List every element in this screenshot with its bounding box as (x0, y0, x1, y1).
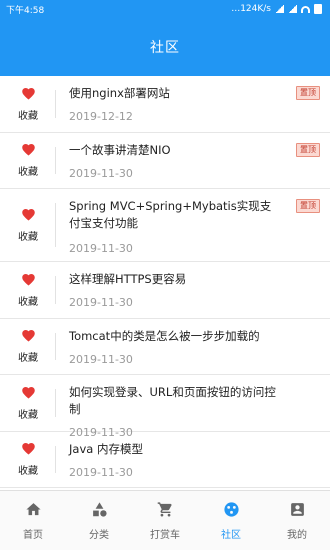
article-content[interactable]: Spring MVC+Spring+Mybatis实现支付宝支付功能 2019-1… (56, 189, 330, 261)
article-date: 2019-11-30 (69, 352, 133, 366)
article-date: 2019-11-30 (69, 465, 133, 479)
profile-icon (289, 501, 306, 526)
article-title[interactable]: Java 内存模型 (69, 441, 320, 458)
bottom-tab-bar: 首页 分类 打赏车 社区 我的 (0, 490, 330, 550)
status-bar: 下午4:58 …124K/s (0, 0, 330, 18)
tab-label: 首页 (23, 529, 43, 541)
list-item[interactable]: 收藏 使用nginx部署网站 2019-12-12 置顶 (0, 76, 330, 133)
article-content[interactable]: 使用nginx部署网站 2019-12-12 置顶 (56, 76, 330, 132)
home-icon (25, 501, 42, 526)
list-item[interactable]: 收藏 如何实现登录、URL和页面按钮的访问控制 2019-11-30 (0, 375, 330, 439)
favorite-label: 收藏 (18, 466, 38, 478)
heart-icon (21, 86, 36, 107)
tab-community[interactable]: 社区 (199, 501, 263, 541)
article-title[interactable]: 如何实现登录、URL和页面按钮的访问控制 (69, 384, 320, 418)
favorite-button[interactable]: 收藏 (0, 262, 56, 318)
article-content[interactable]: 如何实现登录、URL和页面按钮的访问控制 2019-11-30 (56, 375, 330, 439)
article-list[interactable]: 收藏 使用nginx部署网站 2019-12-12 置顶 收藏 一个故事讲清楚NIO 201… (0, 76, 330, 490)
signal-icon-2 (288, 5, 297, 13)
article-title[interactable]: Spring MVC+Spring+Mybatis实现支付宝支付功能 (69, 198, 320, 232)
battery-icon (314, 4, 322, 14)
article-title[interactable]: 这样理解HTTPS更容易 (69, 271, 320, 288)
heart-icon (21, 272, 36, 293)
article-title[interactable]: 使用nginx部署网站 (69, 85, 320, 102)
list-item[interactable]: 收藏 Tomcat中的类是怎么被一步步加载的 2019-11-30 (0, 318, 330, 375)
article-date: 2019-11-30 (69, 296, 133, 309)
heart-icon (21, 142, 36, 163)
tab-label: 社区 (221, 529, 241, 541)
favorite-label: 收藏 (18, 353, 38, 365)
favorite-button[interactable]: 收藏 (0, 432, 56, 488)
pinned-badge: 置顶 (296, 199, 320, 213)
list-item[interactable]: 收藏 一个故事讲清楚NIO 2019-11-30 置顶 (0, 132, 330, 189)
tab-category[interactable]: 分类 (67, 501, 131, 541)
heart-icon (21, 385, 36, 406)
tab-label: 我的 (287, 529, 307, 541)
list-item[interactable]: 收藏 Java 内存模型 2019-11-30 (0, 431, 330, 488)
article-date: 2019-12-12 (69, 110, 133, 123)
pinned-badge: 置顶 (296, 142, 320, 157)
favorite-label: 收藏 (18, 409, 38, 421)
article-title[interactable]: Tomcat中的类是怎么被一步步加载的 (69, 328, 320, 345)
tab-home[interactable]: 首页 (1, 501, 65, 541)
category-icon (91, 501, 108, 526)
favorite-label: 收藏 (18, 232, 38, 243)
favorite-label: 收藏 (18, 110, 38, 122)
heart-icon (21, 328, 36, 349)
favorite-button[interactable]: 收藏 (0, 319, 56, 375)
status-indicators: …124K/s (231, 4, 322, 14)
page-title: 社区 (150, 40, 180, 56)
cart-icon (157, 501, 174, 526)
heart-icon (21, 441, 36, 462)
wifi-icon (301, 5, 310, 13)
community-icon (223, 501, 240, 526)
list-item[interactable]: 收藏 这样理解HTTPS更容易 2019-11-30 (0, 262, 330, 319)
article-date: 2019-11-30 (69, 242, 133, 255)
favorite-button[interactable]: 收藏 (0, 189, 56, 261)
article-content[interactable]: 这样理解HTTPS更容易 2019-11-30 (56, 262, 330, 318)
tab-cart[interactable]: 打赏车 (133, 501, 197, 541)
network-speed: …124K/s (231, 4, 271, 14)
article-content[interactable]: Tomcat中的类是怎么被一步步加载的 2019-11-30 (56, 319, 330, 375)
favorite-button[interactable]: 收藏 (0, 133, 56, 189)
favorite-button[interactable]: 收藏 (0, 76, 56, 132)
favorite-label: 收藏 (18, 296, 38, 308)
pinned-badge: 置顶 (296, 86, 320, 100)
heart-icon (21, 207, 36, 228)
tab-label: 分类 (89, 529, 109, 541)
app-bar: 社区 (0, 18, 330, 76)
tab-label: 打赏车 (150, 529, 180, 541)
favorite-button[interactable]: 收藏 (0, 375, 56, 431)
article-content[interactable]: 一个故事讲清楚NIO 2019-11-30 置顶 (56, 133, 330, 189)
status-time: 下午4:58 (6, 5, 45, 16)
article-content[interactable]: Java 内存模型 2019-11-30 (56, 432, 330, 488)
signal-icon (275, 5, 284, 13)
article-title[interactable]: 一个故事讲清楚NIO (69, 142, 320, 159)
favorite-label: 收藏 (18, 167, 38, 179)
tab-profile[interactable]: 我的 (265, 501, 329, 541)
list-item[interactable]: 收藏 Spring MVC+Spring+Mybatis实现支付宝支付功能 2019… (0, 189, 330, 262)
article-date: 2019-11-30 (69, 166, 133, 180)
app-screen: 下午4:58 …124K/s 社区 收藏 使用nginx部署网站 2019-12-1… (0, 0, 330, 550)
